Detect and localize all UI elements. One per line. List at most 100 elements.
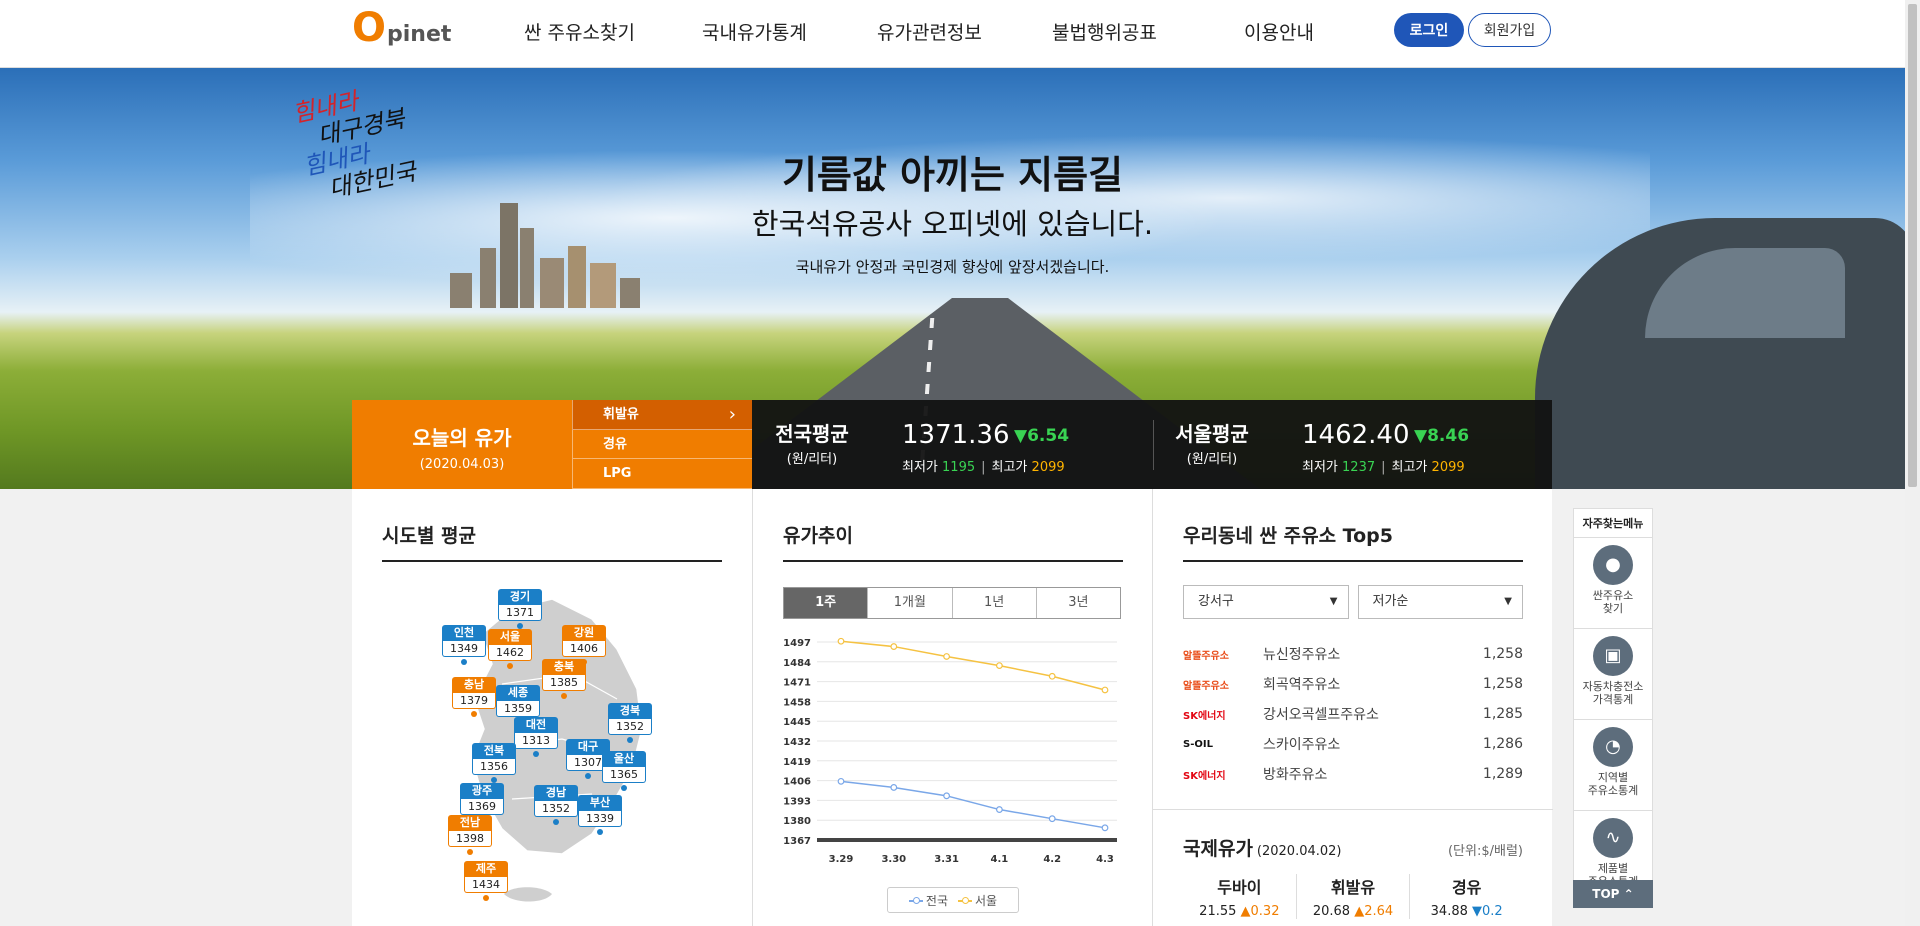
region-pin[interactable]: 강원 1406 — [562, 625, 606, 665]
quick-ev-charger-stats[interactable]: ▣ 자동차충전소 가격통계 — [1574, 636, 1652, 720]
region-pin[interactable]: 경기 1371 — [498, 589, 542, 629]
period-tabs: 1주 1개월 1년 3년 — [783, 587, 1121, 619]
region-pin[interactable]: 대전 1313 — [514, 717, 558, 757]
seoul-average-value: 1462.40 — [1302, 420, 1410, 450]
main-content: 시도별 평균 경기 1371 인천 1349 서울 1462 강원 1406 충북 1385 충남 1… — [352, 489, 1553, 926]
tab-1week[interactable]: 1주 — [784, 588, 868, 618]
station-row[interactable]: 알뜰주유소 회곡역주유소 1,258 — [1183, 669, 1523, 699]
brand-logo: SK에너지 — [1183, 710, 1226, 722]
station-name: 방화주유소 — [1263, 767, 1328, 783]
y-tick-label: 1458 — [783, 697, 811, 708]
region-name: 서울 — [488, 629, 532, 645]
login-button[interactable]: 로그인 — [1394, 13, 1464, 47]
quick-item-label: 지역별 — [1597, 771, 1629, 784]
regional-average-section: 시도별 평균 경기 1371 인천 1349 서울 1462 강원 1406 충북 1385 충남 1… — [352, 489, 752, 926]
nav-domestic-stats[interactable]: 국내유가통계 — [702, 18, 807, 45]
brand-logo: S-OIL — [1183, 738, 1213, 750]
station-price: 1,286 — [1482, 736, 1523, 752]
x-tick-label: 3.31 — [934, 854, 959, 865]
intl-unit: (단위:$/배럴) — [1447, 844, 1523, 859]
region-dot — [553, 819, 559, 825]
region-name: 울산 — [602, 751, 646, 767]
region-pin[interactable]: 전북 1356 — [472, 743, 516, 783]
region-pin[interactable]: 광주 1369 — [460, 783, 504, 823]
region-price: 1369 — [460, 799, 504, 815]
fuel-tab-lpg[interactable]: LPG — [572, 459, 752, 489]
hero-headline: 기름값 아끼는 지름길 — [781, 153, 1124, 197]
region-name: 인천 — [442, 625, 486, 641]
legend-national[interactable]: 전국 — [908, 892, 948, 909]
quick-cheap-station[interactable]: ● 싼주유소 찾기 — [1574, 545, 1652, 629]
region-dot — [561, 693, 567, 699]
region-price: 1339 — [578, 811, 622, 827]
station-row[interactable]: SK에너지 방화주유소 1,289 — [1183, 759, 1523, 789]
trend-title: 유가추이 — [783, 521, 1123, 562]
today-title: 오늘의 유가 — [412, 426, 512, 450]
station-row[interactable]: S-OIL 스카이주유소 1,286 — [1183, 729, 1523, 759]
station-name: 회곡역주유소 — [1263, 677, 1341, 693]
top5-filters: 강서구 ▼ 저가순 ▼ — [1183, 585, 1523, 619]
region-pin[interactable]: 서울 1462 — [488, 629, 532, 669]
data-point — [995, 662, 1003, 670]
korea-map[interactable]: 경기 1371 인천 1349 서울 1462 강원 1406 충북 1385 충남 1379 세종 13… — [442, 589, 672, 919]
region-pin[interactable]: 세종 1359 — [496, 685, 540, 725]
today-price-bar: 오늘의 유가 (2020.04.03) 휘발유 › 경유 LPG 전국평균 (원/… — [352, 400, 1552, 489]
fuel-tab-gasoline[interactable]: 휘발유 › — [572, 400, 752, 430]
international-price: 국제유가 (2020.04.02) (단위:$/배럴) 두바이 21.55 ▲0.3… — [1153, 809, 1553, 926]
caret-down-icon: ▼ — [1504, 596, 1512, 607]
region-pin[interactable]: 제주 1434 — [464, 861, 508, 901]
top5-section: 우리동네 싼 주유소 Top5 강서구 ▼ 저가순 ▼ 알뜰주유소 뉴신정주유소 1,2… — [1152, 489, 1553, 926]
nav-oil-info[interactable]: 유가관련정보 — [877, 18, 982, 45]
fuel-tab-diesel[interactable]: 경유 — [572, 429, 752, 460]
page-scrollbar[interactable] — [1905, 0, 1920, 926]
region-price: 1385 — [542, 675, 586, 691]
join-button[interactable]: 회원가입 — [1468, 13, 1551, 47]
region-pin[interactable]: 부산 1339 — [578, 795, 622, 835]
y-tick-label: 1497 — [783, 638, 811, 649]
top5-title: 우리동네 싼 주유소 Top5 — [1183, 521, 1523, 562]
station-row[interactable]: 알뜰주유소 뉴신정주유소 1,258 — [1183, 639, 1523, 669]
today-date: (2020.04.03) — [419, 457, 505, 472]
region-dot — [627, 737, 633, 743]
nav-cheap-station[interactable]: 싼 주유소찾기 — [524, 18, 635, 45]
quick-regional-stats[interactable]: ◔ 지역별 주유소통계 — [1574, 727, 1652, 811]
sort-select[interactable]: 저가순 ▼ — [1357, 585, 1523, 619]
map-icon: ◔ — [1593, 727, 1633, 767]
quick-item-label: 제품별 — [1597, 862, 1629, 875]
intl-title: 국제유가 (2020.04.02) — [1183, 838, 1342, 860]
national-average-value: 1371.36 — [902, 420, 1010, 450]
station-list: 알뜰주유소 뉴신정주유소 1,258 알뜰주유소 회곡역주유소 1,258 SK에너지 강서오… — [1183, 639, 1523, 789]
intl-item-value: 34.88 ▼0.2 — [1430, 904, 1503, 919]
legend-seoul[interactable]: 서울 — [958, 892, 997, 909]
quick-menu-title: 자주찾는메뉴 — [1574, 509, 1652, 538]
pin-icon: ● — [1593, 545, 1633, 585]
region-pin[interactable]: 충북 1385 — [542, 659, 586, 699]
tab-1year[interactable]: 1년 — [951, 588, 1036, 618]
region-pin[interactable]: 경남 1352 — [534, 785, 578, 825]
station-row[interactable]: SK에너지 강서오곡셀프주유소 1,285 — [1183, 699, 1523, 729]
chart-icon: ∿ — [1593, 818, 1633, 858]
chevron-right-icon: › — [728, 404, 736, 425]
series-line — [840, 780, 1106, 829]
top-button[interactable]: TOP ⌃ — [1573, 880, 1653, 908]
nav-violation[interactable]: 불법행위공표 — [1052, 18, 1157, 45]
region-pin[interactable]: 전남 1398 — [448, 815, 492, 855]
tab-1month[interactable]: 1개월 — [867, 588, 951, 618]
district-select[interactable]: 강서구 ▼ — [1183, 585, 1349, 619]
region-pin[interactable]: 울산 1365 — [602, 751, 646, 791]
region-pin[interactable]: 충남 1379 — [452, 677, 496, 717]
region-price: 1365 — [602, 767, 646, 783]
region-pin[interactable]: 인천 1349 — [442, 625, 486, 665]
price-trend-section: 유가추이 1주 1개월 1년 3년 1497 1484 1471 1458 1445 14… — [752, 489, 1152, 926]
region-pin[interactable]: 경북 1352 — [608, 703, 652, 743]
regional-title: 시도별 평균 — [382, 521, 722, 562]
intl-item: 휘발유 20.68 ▲2.64 — [1295, 874, 1410, 919]
nav-guide[interactable]: 이용안내 — [1244, 18, 1314, 45]
region-price: 1434 — [464, 877, 508, 893]
seoul-minmax: 최저가 1237 | 최고가 2099 — [1302, 460, 1465, 475]
average-price-box: 전국평균 (원/리터) 1371.36 ▼6.54 최저가 1195 | 최고가 2… — [752, 400, 1552, 489]
tab-3year[interactable]: 3년 — [1035, 588, 1120, 618]
region-name: 경기 — [498, 589, 542, 605]
intl-item-value: 20.68 ▲2.64 — [1312, 904, 1394, 919]
scrollbar-thumb[interactable] — [1908, 4, 1917, 487]
